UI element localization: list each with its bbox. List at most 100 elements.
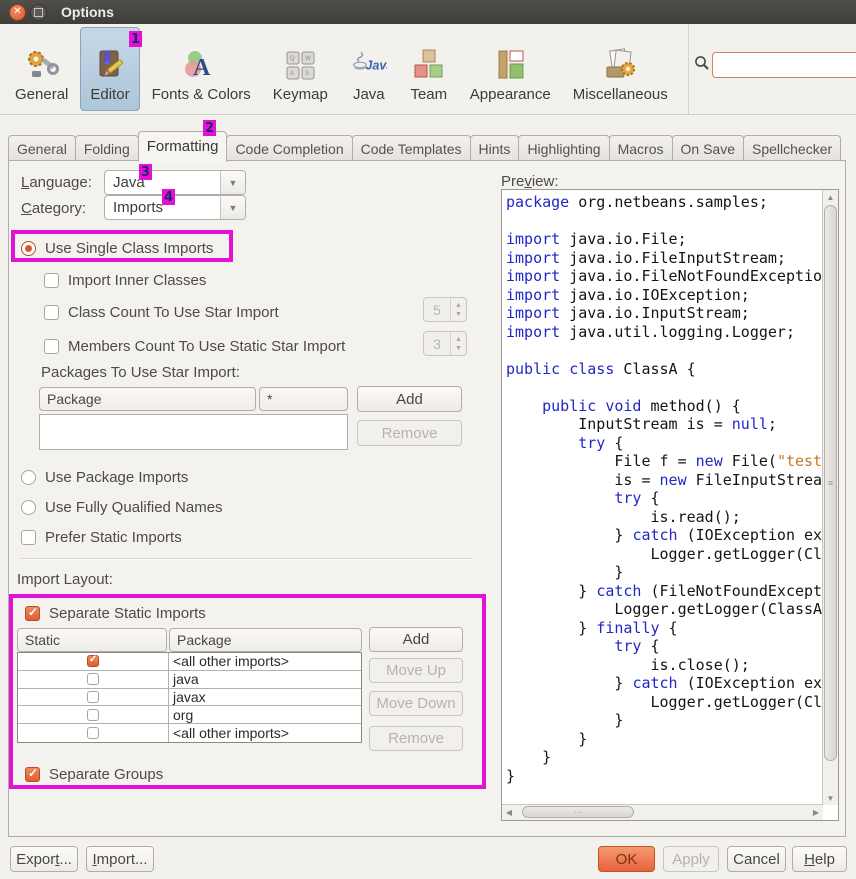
chevron-down-icon[interactable]: ▼ [220,171,245,194]
checkbox-icon[interactable] [25,767,40,782]
star-remove-button[interactable]: Remove [357,420,462,446]
vertical-scrollbar[interactable]: ▲ ≡ ▼ [822,190,838,805]
code-line: import java.io.FileInputStream; [506,249,823,268]
tab-general[interactable]: General [8,135,76,161]
radio-icon[interactable] [21,241,36,256]
toolbar-category-java[interactable]: JavaJava [340,27,398,111]
code-line: } finally { [506,619,823,638]
layout-remove-button[interactable]: Remove [369,726,463,751]
checkbox-icon[interactable] [87,673,99,685]
import-layout-row[interactable]: javax [18,689,361,707]
checkbox-separate-groups[interactable]: Separate Groups [25,763,163,785]
chevron-down-icon[interactable]: ▼ [220,196,245,219]
toolbar-category-fonts-colors[interactable]: AFonts & Colors [142,27,261,111]
checkbox-icon[interactable] [21,530,36,545]
tab-macros[interactable]: Macros [609,135,673,161]
tab-hints[interactable]: Hints [470,135,520,161]
toolbar-category-general[interactable]: General [5,27,78,111]
code-line [506,378,823,397]
horizontal-scrollbar[interactable]: ◀ ··· ▶ [502,804,823,820]
radio-label: Use Single Class Imports [45,240,213,257]
star-add-button[interactable]: Add [357,386,462,412]
checkbox-members-count-static-star[interactable]: Members Count To Use Static Star Import [44,335,345,357]
import-layout-table[interactable]: <all other imports>javajavaxorg<all othe… [17,652,362,743]
window-restore-icon[interactable] [30,4,47,21]
scroll-up-icon[interactable]: ▲ [823,190,838,204]
spinner-arrows-icon[interactable]: ▲▼ [450,298,466,321]
checkbox-icon[interactable] [87,709,99,721]
search-input[interactable] [712,52,856,78]
svg-text:A: A [193,55,211,81]
checkbox-prefer-static-imports[interactable]: Prefer Static Imports [21,526,182,548]
formatting-panel: Language: Java ▼ Category: Imports ▼ Use… [8,160,846,837]
checkbox-separate-static-imports[interactable]: Separate Static Imports [25,602,206,624]
code-line: is = new FileInputStream(f); [506,471,823,490]
export-button[interactable]: Export... [10,846,78,872]
search-icon [694,55,710,71]
import-layout-row[interactable]: <all other imports> [18,653,361,671]
radio-label: Use Package Imports [45,469,188,486]
layout-package-column-header[interactable]: Package [169,628,362,652]
checkbox-icon[interactable] [44,305,59,320]
tab-code-completion[interactable]: Code Completion [226,135,352,161]
vertical-scroll-thumb[interactable]: ≡ [824,205,837,761]
scroll-down-icon[interactable]: ▼ [823,791,838,805]
separator [21,558,473,560]
class-count-spinner[interactable]: 5 ▲▼ [423,297,467,322]
header-label: Package [177,632,231,648]
members-count-spinner[interactable]: 3 ▲▼ [423,331,467,356]
layout-add-button[interactable]: Add [369,627,463,652]
layout-move-up-button[interactable]: Move Up [369,658,463,683]
radio-use-single-class-imports[interactable]: Use Single Class Imports [21,237,213,259]
toolbar-category-appearance[interactable]: Appearance [460,27,561,111]
star-column-header[interactable]: * [259,387,348,411]
import-layout-row[interactable]: <all other imports> [18,724,361,742]
checkbox-icon[interactable] [87,727,99,739]
code-line: try { [506,637,823,656]
window-close-icon[interactable]: ✕ [9,4,26,21]
checkbox-icon[interactable] [87,691,99,703]
radio-icon[interactable] [21,470,36,485]
radio-icon[interactable] [21,500,36,515]
checkbox-icon[interactable] [87,655,99,667]
radio-use-package-imports[interactable]: Use Package Imports [21,466,188,488]
help-button[interactable]: Help [792,846,847,872]
tab-spellchecker[interactable]: Spellchecker [743,135,841,161]
checkbox-class-count-star-import[interactable]: Class Count To Use Star Import [44,301,279,323]
package-column-header[interactable]: Package [39,387,256,411]
import-button[interactable]: Import... [86,846,154,872]
checkbox-icon[interactable] [44,339,59,354]
import-layout-row[interactable]: org [18,706,361,724]
packages-star-import-label: Packages To Use Star Import: [41,364,240,381]
window-title: Options [61,4,114,20]
tab-folding[interactable]: Folding [75,135,139,161]
horizontal-scroll-thumb[interactable]: ··· [522,806,634,818]
code-line: try { [506,489,823,508]
language-combobox[interactable]: Java ▼ [104,170,246,195]
fonts-colors-icon: A [182,47,220,83]
toolbar-category-miscellaneous[interactable]: Miscellaneous [563,27,678,111]
radio-use-fully-qualified-names[interactable]: Use Fully Qualified Names [21,496,223,518]
ok-button[interactable]: OK [598,846,655,872]
checkbox-icon[interactable] [25,606,40,621]
java-logo-icon: Java [350,47,388,83]
star-packages-list[interactable] [39,414,348,450]
toolbar-category-keymap[interactable]: QWASKeymap [263,27,338,111]
language-label: Language: [21,174,92,191]
apply-button[interactable]: Apply [663,846,719,872]
category-combobox[interactable]: Imports ▼ [104,195,246,220]
tab-on-save[interactable]: On Save [672,135,744,161]
checkbox-import-inner-classes[interactable]: Import Inner Classes [44,269,206,291]
cancel-button[interactable]: Cancel [727,846,786,872]
spinner-arrows-icon[interactable]: ▲▼ [450,332,466,355]
layout-move-down-button[interactable]: Move Down [369,691,463,716]
scroll-left-icon[interactable]: ◀ [502,805,516,819]
import-layout-row[interactable]: java [18,671,361,689]
row-package-cell: <all other imports> [168,653,361,670]
checkbox-icon[interactable] [44,273,59,288]
tab-highlighting[interactable]: Highlighting [518,135,609,161]
toolbar-category-team[interactable]: Team [400,27,458,111]
layout-static-column-header[interactable]: Static [17,628,167,652]
tab-code-templates[interactable]: Code Templates [352,135,471,161]
scroll-right-icon[interactable]: ▶ [809,805,823,819]
